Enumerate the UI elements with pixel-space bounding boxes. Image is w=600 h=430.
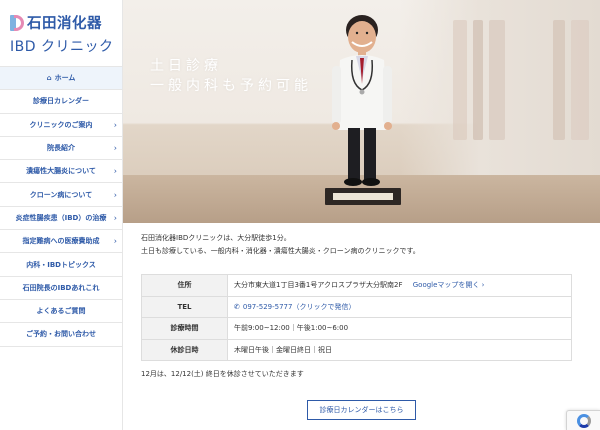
clinic-info-table: 住所 大分市東大道1丁目3番1号アクロスプラザ大分駅南2F Googleマップを… — [141, 274, 572, 361]
address-cell: 大分市東大道1丁目3番1号アクロスプラザ大分駅南2F Googleマップを開く … — [227, 274, 572, 297]
nav-item-label: クリニックのご案内 — [29, 120, 93, 129]
nav-item-subsidy[interactable]: 指定難病への医療費助成 › — [0, 230, 122, 254]
address-value: 大分市東大道1丁目3番1号アクロスプラザ大分駅南2F — [234, 281, 403, 290]
intro-line2: 土日も診療している、一般内科・消化器・潰瘍性大腸炎・クローン病のクリニックです。 — [141, 247, 420, 255]
tel-cell: ✆ 097-529-5777（クリックで発信） — [227, 295, 572, 318]
chevron-right-icon: › — [113, 166, 117, 176]
holiday-notice: 12月は、12/12(土) 終日を休診させていただきます — [141, 370, 304, 378]
nav-item-label: 院長紹介 — [47, 144, 75, 153]
hero-book — [571, 20, 589, 140]
home-icon: ⌂ — [46, 74, 52, 83]
table-row: 住所 大分市東大道1丁目3番1号アクロスプラザ大分駅南2F Googleマップを… — [141, 274, 572, 297]
closed-label: 休診日時 — [141, 338, 228, 361]
nav-item-contact[interactable]: ご予約・お問い合わせ — [0, 323, 122, 347]
nav-item-label: ご予約・お問い合わせ — [26, 330, 96, 339]
chevron-right-icon: › — [113, 189, 117, 199]
nav-item-director[interactable]: 院長紹介 › — [0, 137, 122, 161]
nav-item-label: クローン病について — [29, 190, 93, 199]
tel-value: 097-529-5777（クリックで発信） — [242, 302, 356, 311]
nav-item-calendar[interactable]: 診療日カレンダー — [0, 90, 122, 114]
google-map-link[interactable]: Googleマップを開く › — [413, 281, 485, 289]
hours-value: 午前9:00~12:00｜午後1:00~6:00 — [227, 317, 572, 340]
chevron-right-icon: › — [113, 143, 117, 153]
intro-line1: 石田消化器IBDクリニックは、大分駅徒歩1分。 — [141, 234, 291, 242]
nav-item-faq[interactable]: よくあるご質問 — [0, 300, 122, 324]
hero-banner: 土日診療 一般内科も予約可能 — [123, 0, 600, 223]
phone-icon: ✆ — [234, 302, 240, 311]
nav-item-ibd-treatment[interactable]: 炎症性腸疾患（IBD）の治療 › — [0, 207, 122, 231]
hero-book — [553, 20, 565, 140]
sidebar-nav: ⌂ ホーム 診療日カレンダー クリニックのご案内 › 院長紹介 › 潰瘍性大腸炎… — [0, 66, 122, 347]
recaptcha-icon — [576, 413, 591, 428]
main-content: 石田消化器IBDクリニックは、大分駅徒歩1分。 土日も診療している、一般内科・消… — [141, 232, 581, 420]
nav-item-label: 診療日カレンダー — [33, 97, 89, 106]
hero-book — [473, 20, 483, 140]
tel-label: TEL — [141, 295, 228, 318]
hero-book — [489, 20, 505, 140]
nav-item-label: よくあるご質問 — [36, 307, 86, 316]
logo-mark-icon — [10, 14, 24, 31]
nav-item-home[interactable]: ⌂ ホーム — [0, 67, 122, 91]
clinic-logo[interactable]: 石田消化器 IBD クリニック — [0, 0, 122, 66]
nav-item-ulcerative-colitis[interactable]: 潰瘍性大腸炎について › — [0, 160, 122, 184]
chevron-right-icon: › — [113, 213, 117, 223]
nav-item-label: 指定難病への医療費助成 — [22, 237, 100, 246]
table-row: TEL ✆ 097-529-5777（クリックで発信） — [141, 295, 572, 318]
hero-tagline: 土日診療 一般内科も予約可能 — [150, 56, 312, 96]
sidebar: 石田消化器 IBD クリニック ⌂ ホーム 診療日カレンダー クリニックのご案内… — [0, 0, 123, 430]
hero-tagline-line2: 一般内科も予約可能 — [150, 78, 312, 94]
hero-tagline-line1: 土日診療 — [150, 58, 222, 74]
nav-item-label: 内科・IBDトピックス — [26, 260, 96, 269]
calendar-button[interactable]: 診療日カレンダーはこちら — [307, 400, 416, 420]
hours-label: 診療時間 — [141, 317, 228, 340]
table-row: 休診日時 木曜日午後｜金曜日終日｜祝日 — [141, 338, 572, 361]
figurine-plaque — [325, 188, 401, 205]
nav-item-topics[interactable]: 内科・IBDトピックス — [0, 253, 122, 277]
recaptcha-badge[interactable] — [566, 410, 600, 430]
chevron-right-icon: › — [113, 236, 117, 246]
closed-value: 木曜日午後｜金曜日終日｜祝日 — [227, 338, 572, 361]
nav-item-label: 炎症性腸疾患（IBD）の治療 — [15, 213, 107, 222]
nav-item-director-blog[interactable]: 石田院長のIBDあれこれ — [0, 277, 122, 300]
hero-book — [453, 20, 467, 140]
logo-name-en: IBD クリニック — [10, 39, 114, 55]
nav-item-label: 潰瘍性大腸炎について — [26, 167, 96, 176]
logo-name-jp: 石田消化器 — [27, 16, 102, 32]
nav-item-crohns[interactable]: クローン病について › — [0, 183, 122, 207]
chevron-right-icon: › — [113, 120, 117, 130]
address-label: 住所 — [141, 274, 228, 297]
nav-item-label: 石田院長のIBDあれこれ — [22, 283, 100, 292]
table-row: 診療時間 午前9:00~12:00｜午後1:00~6:00 — [141, 317, 572, 340]
doctor-figurine-image — [332, 15, 392, 186]
nav-item-label: ホーム — [54, 74, 76, 83]
nav-item-clinic-info[interactable]: クリニックのご案内 › — [0, 114, 122, 137]
tel-link[interactable]: ✆ 097-529-5777（クリックで発信） — [234, 303, 355, 311]
intro-text: 石田消化器IBDクリニックは、大分駅徒歩1分。 土日も診療している、一般内科・消… — [141, 232, 581, 258]
